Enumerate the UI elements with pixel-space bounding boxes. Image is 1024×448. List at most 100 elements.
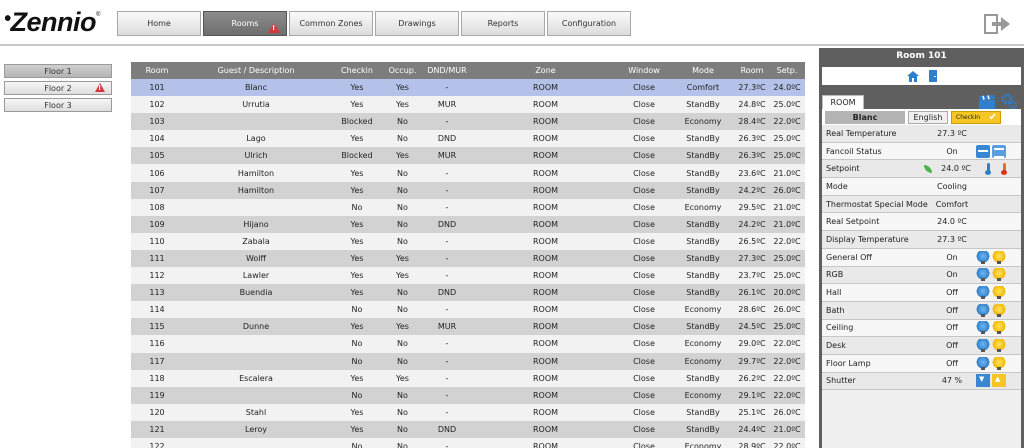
table-row[interactable]: 121 Leroy Yes No DND ROOM Close StandBy 24.4ºC 21… [131, 420, 805, 438]
column-header[interactable]: Occup. [385, 62, 420, 79]
column-header[interactable]: Room [131, 62, 183, 79]
property-label: Mode [826, 181, 848, 191]
table-row[interactable]: 101 Blanc Yes Yes - ROOM Close Comfort 27.3ºC 24.… [131, 79, 805, 97]
table-cell: 20.0ºC [769, 284, 805, 302]
table-row[interactable]: 116 No No - ROOM Close Economy 29.0ºC 22.0ºC [131, 335, 805, 353]
light-off-icon[interactable] [976, 250, 990, 264]
table-cell: ROOM [474, 198, 617, 216]
light-on-icon[interactable] [992, 339, 1006, 353]
table-cell: 21.0ºC [769, 215, 805, 233]
door-icon[interactable] [928, 70, 937, 82]
table-cell: ROOM [474, 164, 617, 182]
home-icon[interactable] [906, 70, 919, 82]
fancoil-high-icon[interactable] [992, 144, 1006, 158]
table-cell: No [385, 164, 420, 182]
nav-reports-button[interactable]: Reports [461, 11, 545, 36]
property-row: Thermostat Special Mode Comfort [822, 195, 1021, 214]
light-on-icon[interactable] [992, 250, 1006, 264]
light-off-icon[interactable] [976, 286, 990, 300]
table-row[interactable]: 109 Hijano Yes No DND ROOM Close StandBy 24.2ºC 2… [131, 215, 805, 233]
light-off-icon[interactable] [976, 356, 990, 370]
table-row[interactable]: 111 Wolff Yes Yes - ROOM Close StandBy 27.3ºC 25.… [131, 249, 805, 268]
table-cell: - [420, 335, 474, 353]
table-row[interactable]: 120 Stahl Yes No - ROOM Close StandBy 25.1ºC 26.0… [131, 403, 805, 421]
table-row[interactable]: 106 Hamilton Yes No - ROOM Close StandBy 23.6ºC 2… [131, 164, 805, 182]
nav-drawings-label: Drawings [398, 19, 436, 28]
table-row[interactable]: 110 Zabala Yes No - ROOM Close StandBy 26.5ºC 22.… [131, 232, 805, 250]
table-cell: 25.0ºC [769, 130, 805, 148]
property-value: 24.0 ºC [937, 217, 967, 227]
table-row[interactable]: 112 Lawler Yes Yes - ROOM Close StandBy 23.7ºC 25… [131, 267, 805, 285]
column-header[interactable]: Room [735, 62, 769, 79]
table-cell: StandBy [671, 215, 735, 233]
logout-icon[interactable] [984, 13, 1012, 35]
tab-room[interactable]: ROOM [822, 95, 864, 109]
property-actions [974, 374, 1006, 388]
table-row[interactable]: 118 Escalera Yes Yes - ROOM Close StandBy 26.2ºC… [131, 369, 805, 387]
table-row[interactable]: 108 No No - ROOM Close Economy 29.5ºC 21.0ºC [131, 198, 805, 216]
light-off-icon[interactable] [976, 321, 990, 335]
column-header[interactable]: Checkin [329, 62, 385, 79]
thermometer-down-icon[interactable] [982, 162, 996, 176]
table-cell: ROOM [474, 335, 617, 353]
floor-2-button[interactable]: Floor 2 [4, 81, 112, 95]
clapperboard-icon[interactable] [979, 95, 995, 109]
light-on-icon[interactable] [992, 303, 1006, 317]
shutter-down-icon[interactable] [976, 374, 990, 388]
app-header: •Zennio® Home Rooms Common Zones Drawing… [0, 0, 1024, 46]
table-cell: Close [617, 113, 671, 131]
column-header[interactable]: Setp. [769, 62, 805, 79]
nav-home-button[interactable]: Home [117, 11, 201, 36]
light-on-icon[interactable] [992, 321, 1006, 335]
fancoil-low-icon[interactable] [976, 144, 990, 158]
table-cell: MUR [420, 96, 474, 114]
table-row[interactable]: 117 No No - ROOM Close Economy 29.7ºC 22.0ºC [131, 352, 805, 370]
table-cell: 121 [131, 420, 183, 438]
nav-drawings-button[interactable]: Drawings [375, 11, 459, 36]
language-button[interactable]: English [908, 110, 948, 124]
light-on-icon[interactable] [992, 356, 1006, 370]
table-cell: Close [617, 386, 671, 404]
table-cell: - [420, 403, 474, 421]
table-cell: No [329, 335, 385, 353]
table-cell: No [385, 130, 420, 148]
gear-icon[interactable] [1001, 93, 1017, 109]
rooms-table-container[interactable]: Room Guest / Description Checkin Occup. DND/… [131, 62, 805, 448]
table-row[interactable]: 103 Blocked No - ROOM Close Economy 28.4ºC 22.0º… [131, 113, 805, 131]
column-header[interactable]: Mode [671, 62, 735, 79]
column-header[interactable]: DND/MUR [420, 62, 474, 79]
light-off-icon[interactable] [976, 268, 990, 282]
column-header[interactable]: Guest / Description [183, 62, 329, 79]
floor-1-button[interactable]: Floor 1 [4, 64, 112, 78]
column-header[interactable]: Window [617, 62, 671, 79]
nav-rooms-button[interactable]: Rooms [203, 11, 287, 36]
table-row[interactable]: 105 Ulrich Blocked Yes MUR ROOM Close StandBy 26… [131, 147, 805, 165]
table-row[interactable]: 115 Dunne Yes Yes MUR ROOM Close StandBy 24.5ºC 2… [131, 318, 805, 336]
room-title: Room 101 [896, 51, 947, 61]
table-cell: StandBy [671, 284, 735, 302]
nav-common-zones-button[interactable]: Common Zones [289, 11, 373, 36]
table-row[interactable]: 113 Buendia Yes No DND ROOM Close StandBy 26.1ºC… [131, 284, 805, 302]
property-actions [974, 286, 1006, 300]
table-row[interactable]: 104 Lago Yes No DND ROOM Close StandBy 26.3ºC 25.… [131, 130, 805, 148]
table-row[interactable]: 102 Urrutia Yes Yes MUR ROOM Close StandBy 24.8º… [131, 96, 805, 114]
nav-configuration-button[interactable]: Configuration [547, 11, 631, 36]
thermometer-up-icon[interactable] [998, 162, 1012, 176]
shutter-up-icon[interactable] [992, 374, 1006, 388]
light-off-icon[interactable] [976, 303, 990, 317]
table-row[interactable]: 119 No No - ROOM Close Economy 29.1ºC 22.0ºC [131, 386, 805, 404]
property-actions [980, 162, 1012, 176]
table-cell: 28.4ºC [735, 113, 769, 131]
table-row[interactable]: 122 No No - ROOM Close Economy 28.9ºC 22.0ºC [131, 437, 805, 448]
property-actions [974, 321, 1006, 335]
table-cell: StandBy [671, 267, 735, 285]
light-on-icon[interactable] [992, 286, 1006, 300]
table-row[interactable]: 114 No No - ROOM Close Economy 28.6ºC 26.0ºC [131, 301, 805, 319]
table-cell: ROOM [474, 386, 617, 404]
checkin-button[interactable]: CheckIn ✔ [951, 110, 1001, 124]
light-off-icon[interactable] [976, 339, 990, 353]
column-header[interactable]: Zone [474, 62, 617, 79]
light-on-icon[interactable] [992, 268, 1006, 282]
table-row[interactable]: 107 Hamilton Yes No - ROOM Close StandBy 24.2ºC 2… [131, 181, 805, 199]
floor-3-button[interactable]: Floor 3 [4, 98, 112, 112]
